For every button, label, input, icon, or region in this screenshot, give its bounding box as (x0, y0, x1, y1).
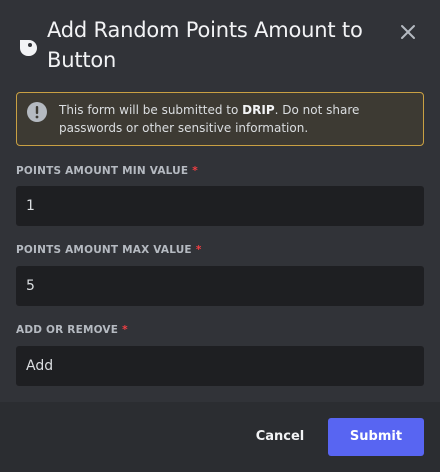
max-value-input[interactable]: 5 (16, 266, 424, 306)
field-label-text: POINTS AMOUNT MIN VALUE (16, 165, 189, 177)
required-mark: * (192, 165, 198, 177)
field-label-text: POINTS AMOUNT MAX VALUE (16, 244, 192, 256)
exclamation-circle-icon (27, 102, 47, 122)
modal-footer: Cancel Submit (0, 402, 440, 472)
add-or-remove-input[interactable]: Add (16, 346, 424, 386)
required-mark: * (122, 324, 128, 336)
drip-logo-icon (20, 40, 37, 56)
min-value-input[interactable]: 1 (16, 186, 424, 226)
modal-title: Add Random Points Amount to Button (47, 18, 363, 72)
field-label-min-value: POINTS AMOUNT MIN VALUE * (16, 164, 198, 178)
close-icon[interactable] (396, 20, 420, 44)
field-label-text: ADD OR REMOVE (16, 324, 119, 336)
warning-app-name: DRIP (242, 103, 275, 117)
submit-button[interactable]: Submit (328, 418, 424, 456)
required-mark: * (195, 244, 202, 256)
warning-text-before: This form will be submitted to (59, 103, 243, 117)
field-label-add-or-remove: ADD OR REMOVE * (16, 323, 128, 337)
modal-header: Add Random Points Amount to Button (0, 0, 440, 84)
cancel-button[interactable]: Cancel (245, 418, 315, 456)
modal-dialog: Add Random Points Amount to Button This … (0, 0, 440, 472)
field-label-max-value: POINTS AMOUNT MAX VALUE * (16, 243, 202, 257)
warning-banner: This form will be submitted to DRIP. Do … (16, 92, 424, 146)
warning-text: This form will be submitted to DRIP. Do … (59, 101, 409, 137)
